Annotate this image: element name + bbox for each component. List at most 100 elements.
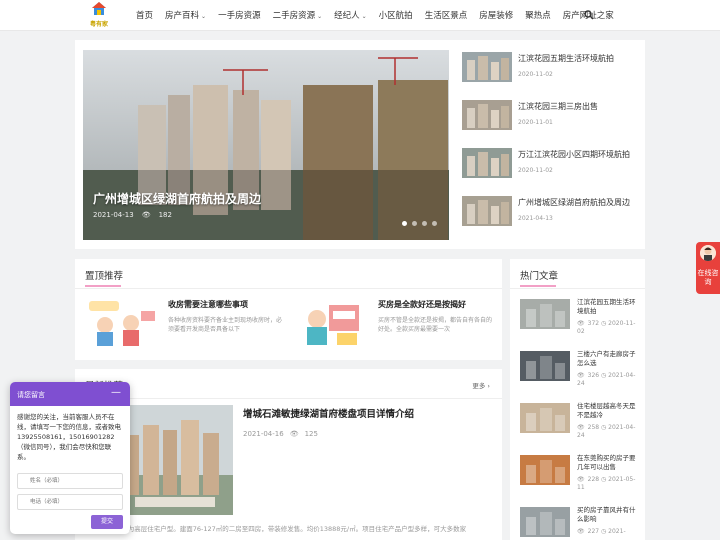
- side-news-date: 2020-11-02: [518, 71, 553, 78]
- hot-thumbnail: [520, 455, 570, 485]
- side-news-date: 2020-11-01: [518, 119, 553, 126]
- latest-desc: ...售为高层住宅户型。建面76-127㎡的二房至四房，带装修发售。均价1388…: [115, 525, 467, 533]
- section-underline: [85, 285, 121, 287]
- phone-input[interactable]: [17, 494, 123, 510]
- nav-item[interactable]: 一手房资源: [218, 9, 261, 23]
- hero-slider[interactable]: 广州增城区绿湖首府航拍及周边 2021-04-13 👁 182: [83, 50, 449, 240]
- site-logo[interactable]: 粤有家: [86, 0, 112, 30]
- house-logo-icon: [92, 2, 106, 15]
- hot-thumbnail: [520, 507, 570, 537]
- pinned-item[interactable]: 收房需要注意哪些事项 各种收房资料要齐备业主到现场收房时，必须要看开发商是否具备…: [85, 297, 285, 353]
- chevron-down-icon: ⌄: [317, 13, 323, 20]
- hot-article-title[interactable]: 江滨花园五期生活环境航拍: [577, 298, 639, 316]
- clock-icon: ◷: [601, 528, 607, 535]
- nav-item[interactable]: 二手房资源 ⌄: [273, 9, 323, 23]
- clock-icon: ◷: [601, 372, 607, 379]
- pinned-title[interactable]: 买房是全款好还是按揭好: [378, 299, 466, 310]
- hot-article-meta: 👁 228 ◷ 2021-05-11: [577, 476, 641, 492]
- eye-icon: 👁: [577, 372, 585, 379]
- nav-item[interactable]: 生活区景点: [425, 9, 468, 23]
- online-consult-tab[interactable]: 在线咨询: [696, 242, 720, 294]
- side-news-item[interactable]: 广州增城区绿湖首府航拍及周边 2021-04-13: [462, 194, 637, 242]
- eye-icon: 👁: [577, 528, 585, 535]
- hot-article-item[interactable]: 江滨花园五期生活环境航拍 👁 372 ◷ 2020-11-02: [520, 297, 640, 347]
- pinned-illustration: [85, 297, 157, 347]
- side-news-title[interactable]: 江滨花园三期三房出售: [518, 101, 598, 112]
- section-header: 热门文章: [510, 259, 645, 289]
- slider-dot[interactable]: [412, 221, 417, 226]
- minimize-button[interactable]: —: [111, 387, 121, 398]
- pinned-title[interactable]: 收房需要注意哪些事项: [168, 299, 248, 310]
- slide-views: 182: [158, 211, 172, 219]
- nav-label: 首页: [136, 11, 154, 21]
- nav-label: 生活区景点: [424, 11, 468, 21]
- slider-dot[interactable]: [422, 221, 427, 226]
- eye-icon: 👁: [577, 476, 585, 483]
- chevron-down-icon: ⌄: [361, 13, 367, 20]
- slider-dot[interactable]: [432, 221, 437, 226]
- hot-article-title[interactable]: 住宅楼层越高冬天是不是越冷: [577, 402, 639, 420]
- nav-label: 经纪人: [334, 11, 360, 21]
- nav-item[interactable]: 房产百科 ⌄: [165, 9, 206, 23]
- side-news-item[interactable]: 江滨花园五期生活环境航拍 2020-11-02: [462, 50, 637, 98]
- nav-item[interactable]: 房屋装修: [479, 9, 513, 23]
- hot-views: 228: [587, 476, 600, 483]
- chat-widget: 请您留言 — 感谢您的关注，当前客服人员不在线，请填写一下您的信息，或者致电13…: [10, 382, 130, 534]
- side-news-list: 江滨花园五期生活环境航拍 2020-11-02 江滨花园三期三房出售 2020-11-…: [462, 50, 637, 242]
- name-input[interactable]: [17, 473, 123, 489]
- side-news-item[interactable]: 万江江滨花园小区四期环境航拍 2020-11-02: [462, 146, 637, 194]
- hot-articles-card: 热门文章 江滨花园五期生活环境航拍 👁 372 ◷ 2020-11-02 三楼六户有走…: [510, 259, 645, 540]
- nav-label: 房产百科: [165, 11, 200, 21]
- more-link[interactable]: 更多 ›: [472, 380, 490, 390]
- nav-item[interactable]: 聚热点: [525, 9, 551, 23]
- side-news-date: 2020-11-02: [518, 167, 553, 174]
- side-news-item[interactable]: 江滨花园三期三房出售 2020-11-01: [462, 98, 637, 146]
- clock-icon: ◷: [601, 424, 607, 431]
- latest-meta: 2021-04-16 👁 125: [243, 430, 318, 438]
- latest-views: 125: [304, 430, 318, 438]
- hot-article-item[interactable]: 住宅楼层越高冬天是不是越冷 👁 258 ◷ 2021-04-24: [520, 401, 640, 451]
- news-thumbnail: [462, 100, 512, 130]
- hot-views: 227: [587, 528, 600, 535]
- hot-article-title[interactable]: 在东莞购买的房子要几年可以出售: [577, 454, 639, 472]
- side-news-title[interactable]: 广州增城区绿湖首府航拍及周边: [518, 197, 630, 208]
- hot-date: 2021-04-24: [577, 424, 636, 439]
- slider-dot[interactable]: [402, 221, 407, 226]
- eye-icon: 👁: [141, 211, 151, 219]
- nav-label: 房屋装修: [479, 11, 514, 21]
- hot-article-meta: 👁 326 ◷ 2021-04-24: [577, 372, 641, 388]
- section-title: 置顶推荐: [85, 271, 124, 282]
- side-news-title[interactable]: 江滨花园五期生活环境航拍: [518, 53, 614, 64]
- slide-title[interactable]: 广州增城区绿湖首府航拍及周边: [93, 190, 261, 207]
- pinned-desc: 买房不管是全款还是按揭，都告自有各自的好处。全款买房最需要一次: [378, 317, 493, 333]
- latest-title[interactable]: 增城石滩敏捷绿湖首府楼盘项目详情介绍: [243, 406, 414, 420]
- eye-icon: 👁: [289, 430, 299, 438]
- hot-article-item[interactable]: 在东莞购买的房子要几年可以出售 👁 228 ◷ 2021-05-11: [520, 453, 640, 503]
- nav-item[interactable]: 小区航拍: [379, 9, 413, 23]
- news-thumbnail: [462, 52, 512, 82]
- clock-icon: ◷: [601, 476, 607, 483]
- hot-article-title[interactable]: 买的房子靠风井有什么影响: [577, 506, 639, 524]
- nav-label: 小区航拍: [378, 11, 413, 21]
- nav-item[interactable]: 经纪人 ⌄: [334, 9, 367, 23]
- latest-image[interactable]: [115, 405, 233, 515]
- pinned-item[interactable]: 买房是全款好还是按揭好 买房不管是全款还是按揭，都告自有各自的好处。全款买房最需…: [295, 297, 495, 353]
- side-news-title[interactable]: 万江江滨花园小区四期环境航拍: [518, 149, 630, 160]
- hot-article-item[interactable]: 三楼六户有走廊房子怎么选 👁 326 ◷ 2021-04-24: [520, 349, 640, 399]
- search-icon[interactable]: [584, 10, 594, 20]
- hot-thumbnail: [520, 351, 570, 381]
- eye-icon: 👁: [577, 320, 585, 327]
- hot-date: 2021-04-24: [577, 372, 636, 387]
- submit-button[interactable]: 提交: [91, 515, 123, 529]
- float-tab-label: 在线咨询: [697, 269, 719, 286]
- hot-views: 258: [587, 424, 600, 431]
- hot-article-title[interactable]: 三楼六户有走廊房子怎么选: [577, 350, 639, 368]
- hot-date: 2020-11-02: [577, 320, 636, 335]
- logo-text: 粤有家: [89, 21, 108, 28]
- nav-item[interactable]: 首页: [136, 9, 153, 23]
- pinned-card: 置顶推荐 收房需要注意哪些事项 各种收房资料要齐备业主到现场收房时，必须要看开发…: [75, 259, 502, 360]
- latest-date: 2021-04-16: [243, 430, 284, 438]
- hot-thumbnail: [520, 299, 570, 329]
- chevron-down-icon: ⌄: [201, 13, 207, 20]
- hot-article-item[interactable]: 买的房子靠风井有什么影响 👁 227 ◷ 2021-: [520, 505, 640, 540]
